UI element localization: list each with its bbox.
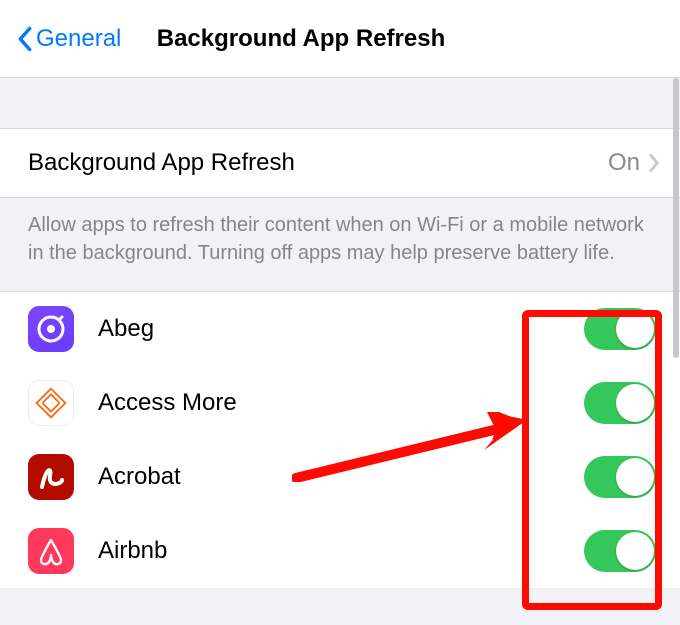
app-list: Abeg Access More <box>0 291 680 588</box>
toggle-airbnb[interactable] <box>584 530 656 572</box>
chevron-right-icon <box>648 152 662 174</box>
toggle-access-more[interactable] <box>584 382 656 424</box>
back-label: General <box>36 25 121 53</box>
toggle-acrobat[interactable] <box>584 456 656 498</box>
section-footer: Allow apps to refresh their content when… <box>0 198 680 291</box>
master-setting-group: Background App Refresh On <box>0 128 680 198</box>
back-button[interactable]: General <box>16 24 121 54</box>
toggle-abeg[interactable] <box>584 308 656 350</box>
navigation-bar: General Background App Refresh <box>0 0 680 78</box>
app-name-label: Airbnb <box>98 537 584 565</box>
background-app-refresh-cell[interactable]: Background App Refresh On <box>0 129 680 197</box>
cell-value: On <box>608 149 640 177</box>
scrollbar[interactable] <box>673 78 679 358</box>
abeg-icon <box>28 306 74 352</box>
app-name-label: Abeg <box>98 315 584 343</box>
app-name-label: Acrobat <box>98 463 584 491</box>
cell-title: Background App Refresh <box>28 149 608 177</box>
airbnb-icon <box>28 528 74 574</box>
app-name-label: Access More <box>98 389 584 417</box>
app-row-acrobat: Acrobat <box>0 440 680 514</box>
app-row-access-more: Access More <box>0 366 680 440</box>
app-row-abeg: Abeg <box>0 292 680 366</box>
access-more-icon <box>28 380 74 426</box>
app-row-airbnb: Airbnb <box>0 514 680 588</box>
chevron-left-icon <box>16 24 34 54</box>
acrobat-icon <box>28 454 74 500</box>
